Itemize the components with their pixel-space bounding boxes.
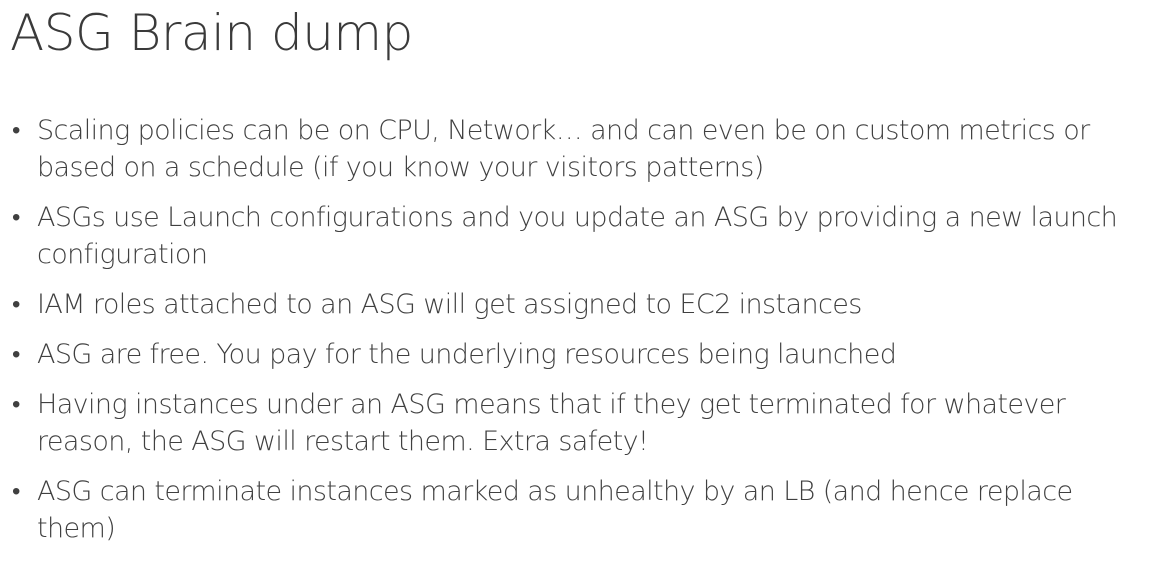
bullet-dot-icon: • [12,116,20,144]
bullet-item: • ASGs use Launch configurations and you… [10,199,1170,273]
bullet-text: Scaling policies can be on CPU, Network…… [37,115,1090,183]
bullet-dot-icon: • [12,203,20,231]
bullet-text: IAM roles attached to an ASG will get as… [37,289,862,320]
slide-title: ASG Brain dump [10,4,413,62]
bullet-item: • Having instances under an ASG means th… [10,386,1170,460]
bullet-text: ASG are free. You pay for the underlying… [37,339,897,370]
bullet-dot-icon: • [12,390,20,418]
bullet-dot-icon: • [12,340,20,368]
bullet-item: • IAM roles attached to an ASG will get … [10,286,1170,323]
bullet-text: ASGs use Launch configurations and you u… [37,202,1118,270]
bullet-list: • Scaling policies can be on CPU, Networ… [10,112,1170,547]
bullet-item: • ASG are free. You pay for the underlyi… [10,336,1170,373]
slide: ASG Brain dump • Scaling policies can be… [0,0,1176,561]
bullet-text: ASG can terminate instances marked as un… [37,476,1073,544]
bullet-item: • ASG can terminate instances marked as … [10,473,1170,547]
bullet-dot-icon: • [12,290,20,318]
bullet-text: Having instances under an ASG means that… [37,389,1066,457]
bullet-item: • Scaling policies can be on CPU, Networ… [10,112,1170,186]
bullet-dot-icon: • [12,477,20,505]
